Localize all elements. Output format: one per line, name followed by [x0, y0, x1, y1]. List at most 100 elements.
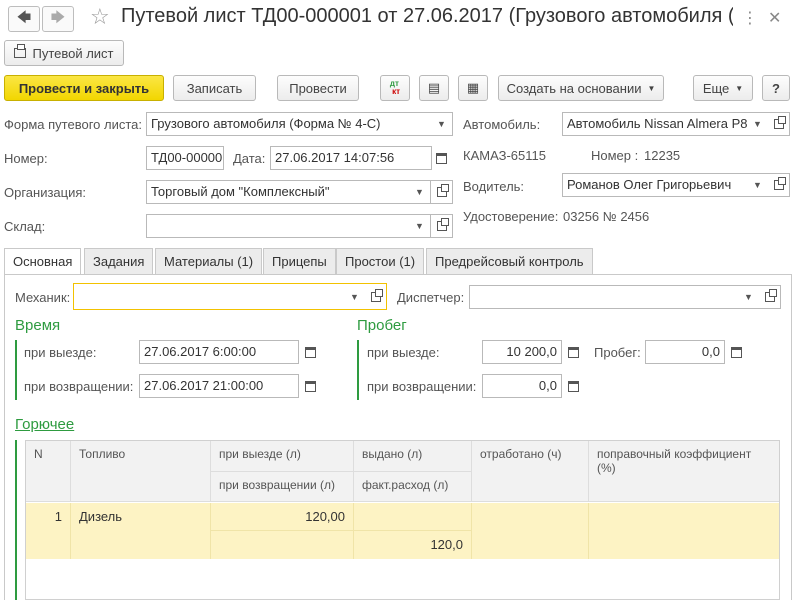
cell-departure[interactable]: 120,00 [211, 503, 354, 531]
cell-n[interactable]: 1 [26, 503, 71, 559]
cell-worked[interactable] [472, 503, 589, 559]
column-header-return[interactable]: при возвращении (л) [211, 472, 354, 502]
number-field[interactable]: ТД00-000001 [146, 146, 224, 170]
more-button[interactable]: Еще ▼ [693, 75, 753, 101]
calculator-icon [730, 346, 742, 358]
cell-fuel[interactable]: Дизель [71, 503, 211, 559]
open-form-icon [370, 288, 383, 302]
forward-button[interactable]: 🡆 [42, 6, 74, 32]
run-field[interactable]: 0,0 [645, 340, 725, 364]
date-label: Дата: [233, 151, 266, 166]
tab-materials[interactable]: Материалы (1) [155, 248, 263, 274]
column-header-fuel[interactable]: Топливо [71, 441, 211, 502]
cell-coefficient[interactable] [589, 503, 779, 559]
list-button[interactable]: ▤ [419, 75, 449, 101]
back-button[interactable]: 🡄 [8, 6, 40, 32]
create-based-on-button[interactable]: Создать на основании ▼ [498, 75, 664, 101]
car-label: Автомобиль: [463, 117, 541, 132]
date-calendar-button[interactable] [430, 146, 452, 170]
time-departure-field[interactable]: 27.06.2017 6:00:00 [139, 340, 299, 364]
chevron-down-icon: ▼ [415, 221, 424, 231]
warehouse-dropdown[interactable]: ▼ [409, 214, 431, 238]
car-open-button[interactable] [768, 112, 790, 136]
form-type-dropdown[interactable]: ▼ [431, 112, 453, 136]
help-button[interactable]: ? [762, 75, 790, 101]
column-header-n[interactable]: N [26, 441, 71, 502]
warehouse-field[interactable] [146, 214, 410, 238]
menu-dots-icon[interactable]: ⋮ [742, 8, 758, 28]
driver-field[interactable]: Романов Олег Григорьевич [562, 173, 748, 197]
dispatcher-label: Диспетчер: [397, 290, 465, 305]
fuel-section-title[interactable]: Горючее [15, 416, 74, 433]
dispatcher-dropdown[interactable]: ▼ [738, 285, 760, 309]
organization-dropdown[interactable]: ▼ [409, 180, 431, 204]
warehouse-open-button[interactable] [431, 214, 453, 238]
organization-field[interactable]: Торговый дом "Комплексный" [146, 180, 410, 204]
column-header-departure[interactable]: при выезде (л) [211, 441, 354, 472]
calculator-icon [567, 346, 579, 358]
open-form-icon [436, 184, 449, 197]
mechanic-field[interactable] [73, 283, 345, 310]
run-label: Пробег: [594, 345, 641, 360]
structure-icon: ▦ [466, 80, 480, 95]
fuel-table[interactable]: N Топливо при выезде (л) при возвращении… [25, 440, 780, 600]
chevron-down-icon: ▼ [753, 180, 762, 190]
cell-return[interactable] [211, 531, 354, 559]
car-number-value: 12235 [644, 148, 681, 163]
dispatcher-open-button[interactable] [759, 285, 781, 309]
time-section-title: Время [15, 317, 61, 334]
dispatcher-field[interactable] [469, 285, 739, 309]
calendar-icon [304, 346, 316, 358]
car-field[interactable]: Автомобиль Nissan Almera P8 [562, 112, 748, 136]
cell-actual[interactable]: 120,0 [354, 531, 472, 559]
tab-trailers[interactable]: Прицепы [263, 248, 336, 274]
tab-pretrip-control[interactable]: Предрейсовый контроль [426, 248, 593, 274]
tab-tasks[interactable]: Задания [84, 248, 154, 274]
organization-open-button[interactable] [431, 180, 453, 204]
tab-main[interactable]: Основная [4, 248, 82, 275]
time-section-bar [15, 340, 17, 400]
post-and-close-button[interactable]: Провести и закрыть [4, 75, 164, 101]
close-icon[interactable]: ✕ [768, 8, 781, 28]
open-form-icon [764, 289, 777, 302]
tab-downtime[interactable]: Простои (1) [336, 248, 425, 274]
driver-open-button[interactable] [768, 173, 790, 197]
mechanic-open-button[interactable] [365, 283, 387, 310]
mileage-return-field[interactable]: 0,0 [482, 374, 562, 398]
column-header-actual[interactable]: факт.расход (л) [354, 472, 472, 502]
save-button[interactable]: Записать [173, 75, 256, 101]
form-type-field[interactable]: Грузового автомобиля (Форма № 4-С) [146, 112, 432, 136]
number-label: Номер: [4, 151, 48, 166]
mileage-departure-calc[interactable] [562, 340, 584, 364]
mileage-section-bar [357, 340, 359, 400]
time-departure-label: при выезде: [24, 345, 97, 360]
mileage-section-title: Пробег [357, 317, 407, 334]
column-header-worked[interactable]: отработано (ч) [472, 441, 589, 502]
date-field[interactable]: 27.06.2017 14:07:56 [270, 146, 432, 170]
post-button[interactable]: Провести [277, 75, 359, 101]
time-return-field[interactable]: 27.06.2017 21:00:00 [139, 374, 299, 398]
form-type-label: Форма путевого листа: [4, 117, 142, 132]
mileage-return-calc[interactable] [562, 374, 584, 398]
structure-button[interactable]: ▦ [458, 75, 488, 101]
mileage-return-label: при возвращении: [367, 379, 477, 394]
print-form-button[interactable]: Путевой лист [4, 40, 124, 66]
column-header-issued[interactable]: выдано (л) [354, 441, 472, 472]
mileage-departure-field[interactable]: 10 200,0 [482, 340, 562, 364]
cell-issued[interactable] [354, 503, 472, 531]
car-dropdown[interactable]: ▼ [747, 112, 769, 136]
chevron-down-icon: ▼ [735, 83, 744, 93]
mechanic-dropdown[interactable]: ▼ [344, 283, 366, 310]
star-icon[interactable]: ☆ [90, 4, 110, 30]
dt-kt-button[interactable]: дт кт [380, 75, 410, 101]
arrow-left-icon: 🡄 [16, 9, 32, 25]
driver-dropdown[interactable]: ▼ [747, 173, 769, 197]
printer-icon [14, 44, 27, 58]
run-calc[interactable] [725, 340, 747, 364]
driver-label: Водитель: [463, 179, 525, 194]
time-return-calendar[interactable] [299, 374, 321, 398]
column-header-coefficient[interactable]: поправочный коэффициент (%) [589, 441, 779, 502]
mileage-departure-label: при выезде: [367, 345, 440, 360]
time-departure-calendar[interactable] [299, 340, 321, 364]
chevron-down-icon: ▼ [753, 119, 762, 129]
